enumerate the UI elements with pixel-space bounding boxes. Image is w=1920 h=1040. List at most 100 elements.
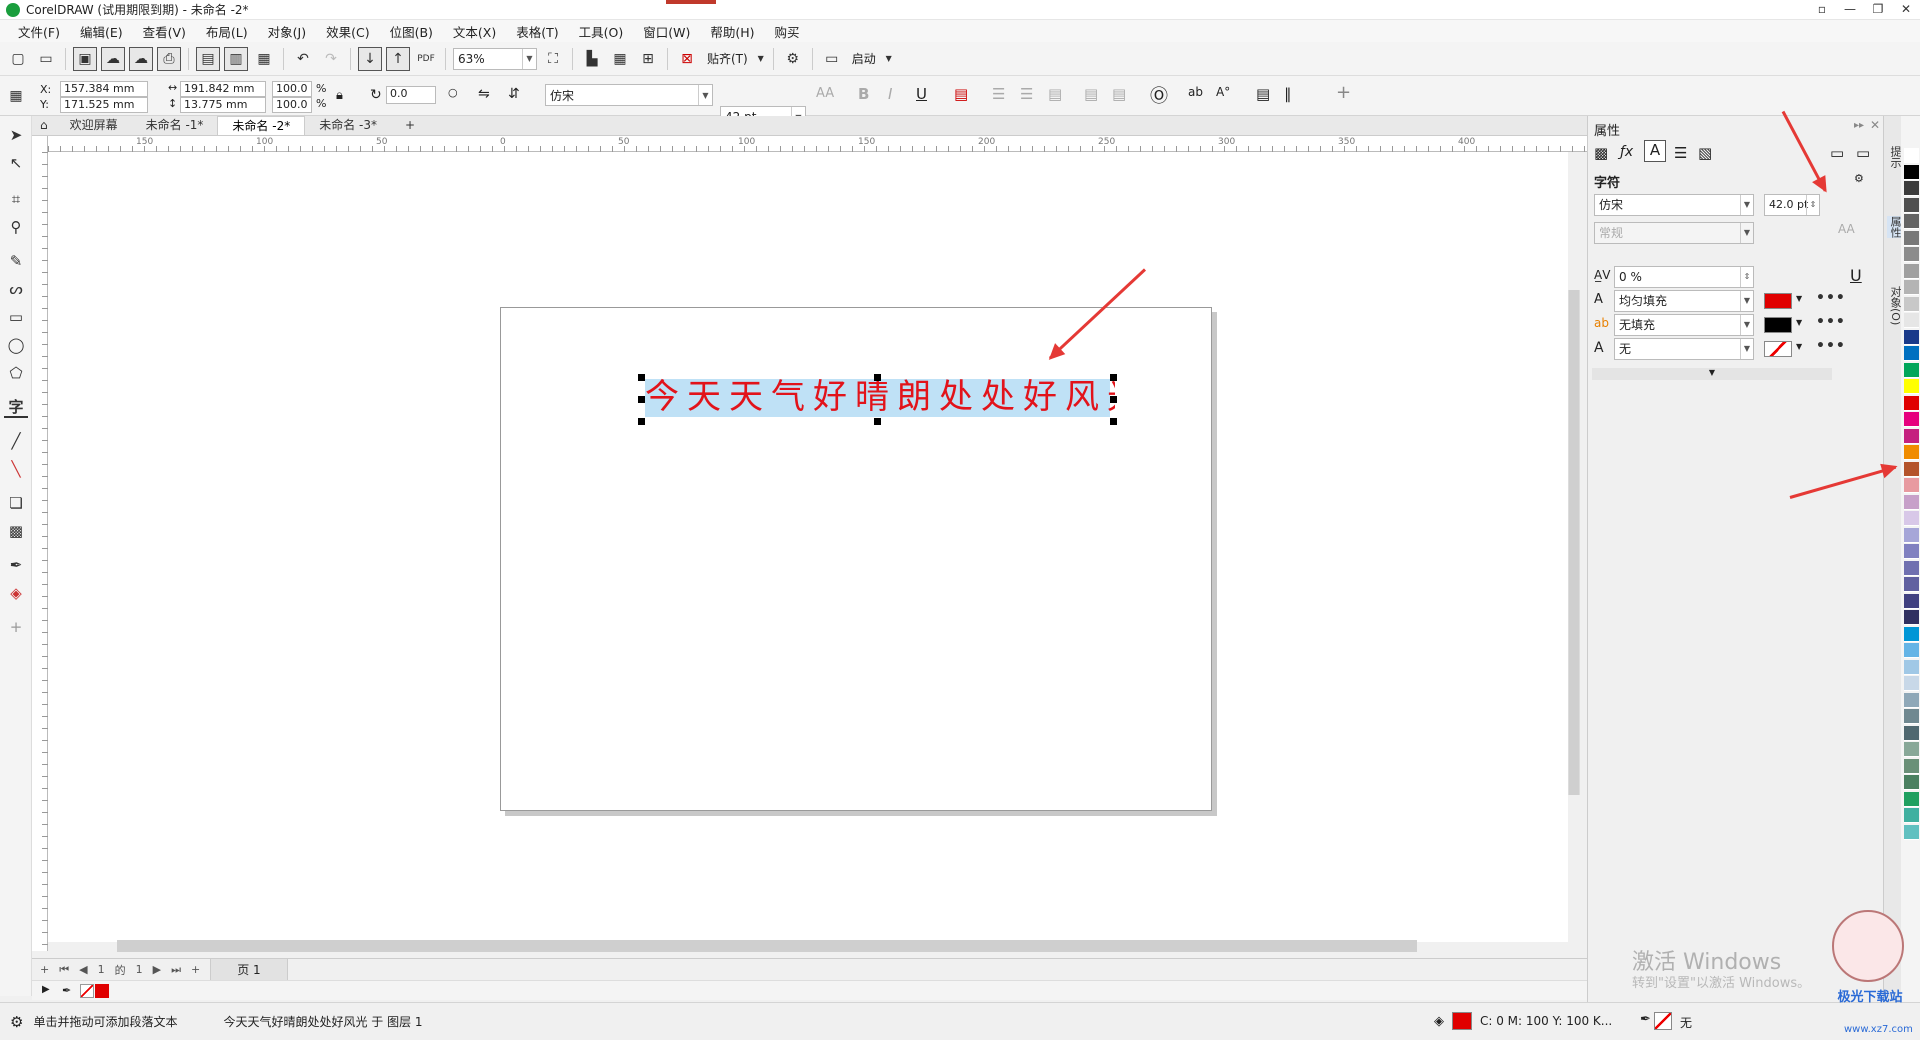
prev-page-icon[interactable]: ◀ (79, 963, 87, 976)
palette-swatch[interactable] (1904, 346, 1919, 361)
menu-edit[interactable]: 编辑(E) (70, 22, 133, 41)
palette-swatch[interactable] (1904, 709, 1919, 724)
palette-swatch[interactable] (1904, 758, 1919, 774)
menu-text[interactable]: 文本(X) (443, 22, 506, 41)
width-field[interactable]: 191.842 mm (180, 81, 266, 97)
kerning-field[interactable]: 0 % ⇕ (1614, 266, 1754, 288)
redo-icon[interactable]: ↷ (319, 47, 343, 71)
palette-swatch[interactable] (1904, 643, 1919, 658)
outline-width-select[interactable]: 无 ▼ (1614, 338, 1754, 360)
palette-swatch[interactable] (1904, 395, 1919, 411)
mirror-horizontal-icon[interactable]: ⇋ (478, 86, 490, 102)
pdf-icon[interactable]: PDF (414, 47, 438, 71)
settings-icon[interactable]: ⚙ (1854, 172, 1864, 185)
eyedropper-icon[interactable]: ✒ (4, 554, 28, 576)
y-position-field[interactable]: 171.525 mm (60, 97, 148, 113)
outline-color-swatch[interactable] (1764, 341, 1792, 357)
palette-swatch[interactable] (1904, 676, 1919, 691)
polygon-tool-icon[interactable]: ⬠ (4, 362, 28, 384)
add-tab-icon[interactable]: + (391, 116, 429, 135)
parallel-dimension-icon[interactable]: ╱ (4, 430, 28, 452)
palette-swatch[interactable] (1904, 263, 1919, 279)
palette-swatch[interactable] (1904, 494, 1919, 510)
selection-handle[interactable] (1110, 396, 1117, 403)
palette-swatch[interactable] (1904, 412, 1919, 427)
underline-icon[interactable]: U (916, 85, 927, 103)
x-position-field[interactable]: 157.384 mm (60, 81, 148, 97)
show-grid-icon[interactable]: ▦ (608, 47, 632, 71)
selection-handle[interactable] (874, 418, 881, 425)
print-icon[interactable]: ⎙ (157, 46, 181, 71)
expand-section-icon[interactable]: ▼ (1592, 368, 1832, 380)
menu-object[interactable]: 对象(J) (258, 22, 316, 41)
font-size-field[interactable]: 42.0 pt ⇕ (1764, 194, 1820, 216)
vertical-text-icon[interactable]: ∥ (1284, 85, 1292, 103)
indent-increase-icon[interactable]: ▤ (1084, 85, 1098, 103)
palette-swatch[interactable] (1904, 461, 1919, 477)
tab-untitled-3[interactable]: 未命名 -3* (305, 116, 391, 135)
tab-untitled-1[interactable]: 未命名 -1* (132, 116, 218, 135)
zoom-tool-icon[interactable]: ⚲ (4, 216, 28, 238)
glyph-icon[interactable]: A° (1216, 85, 1230, 99)
font-scale-icon[interactable]: AA (816, 86, 834, 101)
maximize-button[interactable]: ❐ (1864, 0, 1892, 20)
fill-color-swatch[interactable] (1452, 1012, 1472, 1030)
drop-cap-icon[interactable]: ▤ (1048, 85, 1062, 103)
close-button[interactable]: ✕ (1892, 0, 1920, 20)
palette-swatch[interactable] (1904, 445, 1919, 460)
underline-icon[interactable]: U (1850, 266, 1862, 285)
palette-swatch[interactable] (1904, 296, 1919, 312)
save-icon[interactable]: ▣ (73, 46, 97, 71)
text-fill-color-swatch[interactable] (1764, 293, 1792, 309)
selection-handle[interactable] (1110, 418, 1117, 425)
horizontal-ruler[interactable]: 150 100 50 0 50 100 150 200 250 300 350 … (48, 136, 1588, 152)
palette-swatch[interactable] (1904, 610, 1919, 625)
page-tab-1[interactable]: 页 1 (210, 958, 288, 981)
palette-swatch[interactable] (1904, 313, 1919, 328)
palette-swatch[interactable] (1904, 511, 1919, 526)
full-screen-icon[interactable]: ⛶ (541, 47, 565, 71)
menu-table[interactable]: 表格(T) (506, 22, 568, 41)
selection-handle[interactable] (1110, 374, 1117, 381)
add-icon[interactable]: + (1336, 82, 1351, 103)
next-page-icon[interactable]: ▶ (153, 963, 161, 976)
frame-tab-icon[interactable]: ▧ (1698, 144, 1712, 162)
palette-swatch[interactable] (1904, 626, 1919, 642)
freehand-tool-icon[interactable]: ✎ (4, 250, 28, 272)
bold-icon[interactable]: B (858, 85, 869, 103)
vertical-scrollbar[interactable] (1568, 290, 1580, 795)
numbered-list-icon[interactable]: ☰ (1020, 85, 1033, 103)
cloud-sync-icon[interactable]: ☁ (129, 46, 153, 71)
no-color-swatch[interactable] (80, 984, 94, 998)
show-rulers-icon[interactable]: ▙ (580, 47, 604, 71)
open-folder-icon[interactable]: ▭ (34, 47, 58, 71)
mirror-vertical-icon[interactable]: ⇵ (508, 86, 520, 102)
palette-swatch[interactable] (1904, 247, 1919, 262)
palette-swatch[interactable] (1904, 742, 1919, 757)
chevron-down-icon[interactable]: ▼ (1796, 318, 1802, 327)
palette-swatch[interactable] (1904, 379, 1919, 394)
more-options-icon[interactable]: ••• (1816, 314, 1846, 330)
import-icon[interactable]: ↓ (358, 46, 382, 71)
palette-swatch[interactable] (1904, 577, 1919, 592)
menu-file[interactable]: 文件(F) (8, 22, 70, 41)
rectangle-tool-icon[interactable]: ▭ (4, 306, 28, 328)
palette-arrow-icon[interactable]: ▶ (42, 984, 50, 995)
copy-icon[interactable]: ▥ (224, 46, 248, 71)
zoom-level-select[interactable]: 63% ▼ (453, 47, 537, 70)
fx-tab-icon[interactable]: ƒx (1620, 144, 1633, 160)
menu-buy[interactable]: 购买 (765, 22, 810, 41)
cut-icon[interactable]: ▤ (196, 46, 220, 71)
drop-shadow-icon[interactable]: ❏ (4, 492, 28, 514)
palette-swatch[interactable] (1904, 692, 1919, 708)
menu-tools[interactable]: 工具(O) (569, 22, 634, 41)
palette-swatch[interactable] (1904, 560, 1919, 576)
palette-swatch[interactable] (1904, 593, 1919, 609)
add-tool-icon[interactable]: + (4, 616, 28, 638)
palette-swatch[interactable] (1904, 197, 1919, 213)
chevron-down-icon[interactable]: ▼ (1796, 342, 1802, 351)
first-page-icon[interactable]: ⏮ (59, 963, 69, 977)
docker-collapse-icon[interactable]: ▸▸ (1854, 120, 1864, 131)
background-color-swatch[interactable] (1764, 317, 1792, 333)
fill-type-select[interactable]: 均匀填充 ▼ (1614, 290, 1754, 312)
